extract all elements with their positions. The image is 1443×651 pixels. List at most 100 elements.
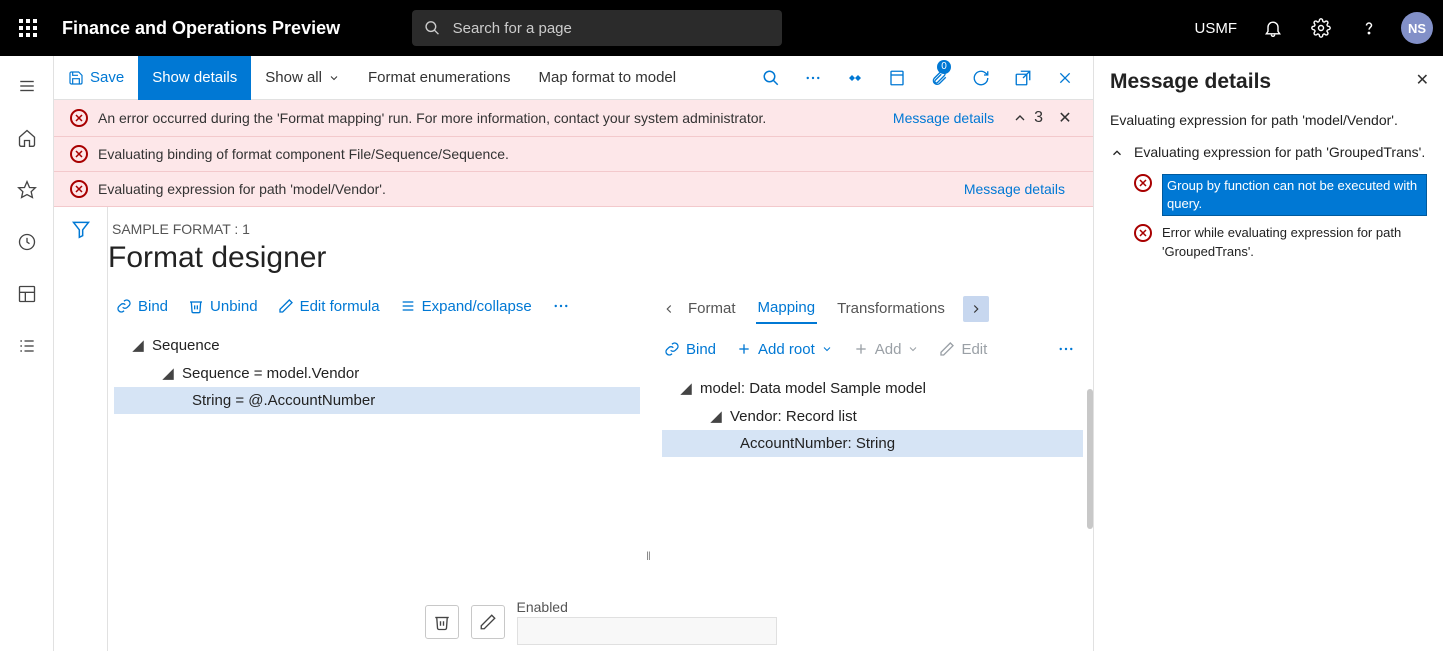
tab-prev-icon[interactable] — [656, 296, 682, 322]
save-button[interactable]: Save — [54, 56, 138, 100]
tab-next-icon[interactable] — [963, 296, 989, 322]
mapping-pane: ‖ Format Mapping Transformations — [648, 289, 1093, 651]
add-root-label: Add root — [758, 341, 815, 358]
panel-error-item[interactable]: ✕ Error while evaluating expression for … — [1110, 220, 1427, 264]
tab-label: Mapping — [758, 299, 816, 316]
overflow-icon — [1057, 340, 1075, 358]
panel-title: Message details — [1110, 70, 1427, 94]
unbind-label: Unbind — [210, 298, 258, 315]
panel-error-item-selected[interactable]: ✕ Group by function can not be executed … — [1110, 170, 1427, 220]
model-tree: ◢model: Data model Sample model ◢Vendor:… — [656, 374, 1083, 457]
caret-down-icon[interactable]: ◢ — [132, 336, 144, 354]
error-banner: ✕ An error occurred during the 'Format m… — [54, 100, 1093, 207]
tree-node[interactable]: ◢Sequence — [114, 331, 640, 359]
designer: SAMPLE FORMAT : 1 Format designer Bind U… — [108, 207, 1093, 651]
error-icon: ✕ — [1134, 224, 1152, 242]
recent-icon[interactable] — [5, 220, 49, 264]
vertical-splitter-icon[interactable]: ‖ — [646, 549, 651, 563]
right-toolbar: Format Mapping Transformations — [656, 289, 1083, 336]
search-box[interactable] — [412, 10, 782, 46]
panel-group[interactable]: Evaluating expression for path 'GroupedT… — [1110, 144, 1427, 160]
settings-icon[interactable] — [1299, 0, 1343, 56]
workspaces-icon[interactable] — [5, 272, 49, 316]
find-icon[interactable] — [751, 56, 791, 100]
caret-down-icon[interactable]: ◢ — [162, 364, 174, 382]
tree-node-selected[interactable]: AccountNumber: String — [662, 430, 1083, 457]
enabled-label: Enabled — [517, 599, 777, 615]
tree-label: Sequence = model.Vendor — [182, 365, 359, 382]
overflow-icon[interactable] — [793, 56, 833, 100]
save-icon — [68, 70, 84, 86]
message-details-panel: ✕ Message details Evaluating expression … — [1093, 56, 1443, 651]
filter-icon[interactable] — [71, 219, 91, 651]
overflow-button[interactable] — [544, 293, 578, 319]
close-page-icon[interactable] — [1045, 56, 1085, 100]
notifications-icon[interactable] — [1251, 0, 1295, 56]
edit-formula-button[interactable]: Edit formula — [270, 294, 388, 319]
pencil-icon — [939, 341, 955, 357]
tree-node[interactable]: ◢Vendor: Record list — [662, 402, 1083, 430]
edit-property-button[interactable] — [471, 605, 505, 639]
unbind-button[interactable]: Unbind — [180, 294, 266, 319]
filter-column — [54, 207, 108, 651]
bind-button[interactable]: Bind — [108, 294, 176, 319]
dismiss-errors-icon[interactable]: ✕ — [1053, 108, 1077, 128]
chevron-down-icon — [821, 343, 833, 355]
tree-node[interactable]: ◢model: Data model Sample model — [662, 374, 1083, 402]
app-launcher-icon[interactable] — [0, 0, 56, 56]
message-details-link[interactable]: Message details — [964, 181, 1065, 197]
search-input[interactable] — [453, 20, 770, 37]
save-label: Save — [90, 69, 124, 86]
close-panel-icon[interactable]: ✕ — [1416, 70, 1429, 90]
add-root-button[interactable]: Add root — [728, 337, 841, 362]
user-avatar[interactable]: NS — [1401, 12, 1433, 44]
right-action-toolbar: Bind Add root Add Edit — [656, 336, 1083, 374]
error-count: 3 — [1034, 109, 1043, 127]
map-format-button[interactable]: Map format to model — [525, 56, 691, 100]
format-enum-button[interactable]: Format enumerations — [354, 56, 525, 100]
office-icon[interactable] — [877, 56, 917, 100]
attachments-badge: 0 — [937, 60, 951, 74]
tab-transformations[interactable]: Transformations — [835, 294, 947, 323]
error-icon: ✕ — [1134, 174, 1152, 192]
caret-down-icon[interactable]: ◢ — [710, 407, 722, 425]
breadcrumb: SAMPLE FORMAT : 1 — [108, 221, 1093, 241]
caret-down-icon[interactable]: ◢ — [680, 379, 692, 397]
plus-icon — [853, 341, 869, 357]
edit-formula-label: Edit formula — [300, 298, 380, 315]
home-icon[interactable] — [5, 116, 49, 160]
panel-subtitle: Evaluating expression for path 'model/Ve… — [1110, 112, 1427, 128]
error-row: ✕ An error occurred during the 'Format m… — [54, 100, 1093, 137]
collapse-errors-icon[interactable] — [1012, 110, 1028, 126]
expand-collapse-button[interactable]: Expand/collapse — [392, 294, 540, 319]
help-icon[interactable] — [1347, 0, 1391, 56]
tree-node[interactable]: ◢ Sequence = model.Vendor — [114, 359, 640, 387]
link-icon[interactable] — [835, 56, 875, 100]
favorites-icon[interactable] — [5, 168, 49, 212]
message-details-link[interactable]: Message details — [893, 110, 994, 126]
link-icon — [664, 341, 680, 357]
chevron-up-icon[interactable] — [1110, 144, 1124, 160]
format-tree: ◢Sequence ◢ Sequence = model.Vendor Strin… — [108, 331, 640, 414]
bind-label: Bind — [138, 298, 168, 315]
tab-format[interactable]: Format — [686, 294, 738, 323]
error-row: ✕ Evaluating expression for path 'model/… — [54, 172, 1093, 206]
delete-button[interactable] — [425, 605, 459, 639]
legal-entity[interactable]: USMF — [1185, 20, 1248, 37]
show-details-button[interactable]: Show details — [138, 56, 251, 100]
hamburger-icon[interactable] — [5, 64, 49, 108]
show-all-button[interactable]: Show all — [251, 56, 354, 100]
show-details-label: Show details — [152, 69, 237, 86]
tab-mapping[interactable]: Mapping — [756, 293, 818, 324]
popout-icon[interactable] — [1003, 56, 1043, 100]
attachments-icon[interactable]: 0 — [919, 56, 959, 100]
enabled-field[interactable] — [517, 617, 777, 645]
add-label: Add — [875, 341, 902, 358]
bottom-toolbar: Enabled — [425, 599, 777, 645]
overflow-button[interactable] — [1049, 336, 1083, 362]
modules-icon[interactable] — [5, 324, 49, 368]
action-bar: Save Show details Show all Format enumer… — [54, 56, 1093, 100]
refresh-icon[interactable] — [961, 56, 1001, 100]
tree-node-selected[interactable]: String = @.AccountNumber — [114, 387, 640, 414]
bind-button[interactable]: Bind — [656, 337, 724, 362]
